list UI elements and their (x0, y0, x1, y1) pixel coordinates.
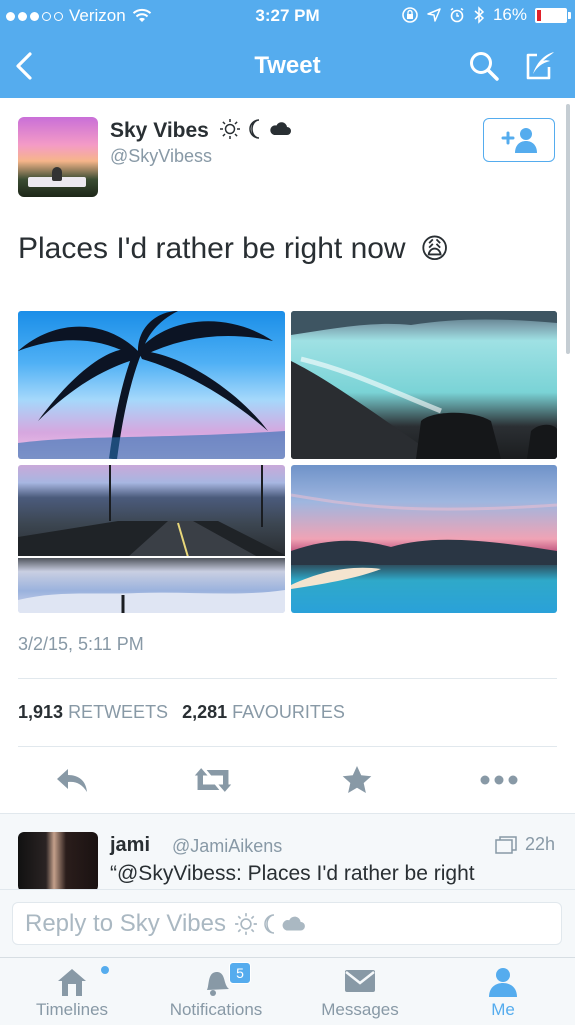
retweet-button[interactable] (193, 762, 233, 798)
tweet-stats: 1,913 RETWEETS 2,281 FAVOURITES (18, 702, 349, 723)
moon-icon (248, 119, 259, 139)
tab-timelines[interactable]: Timelines (7, 958, 137, 1025)
reply-text: “@SkyVibess: Places I'd rather be right (110, 862, 475, 885)
star-icon (342, 766, 372, 793)
tweet-timestamp: 3/2/15, 5:11 PM (18, 634, 144, 654)
snowy-road-scene (18, 465, 285, 613)
tab-label: Notifications (169, 1000, 263, 1019)
palm-tree-silhouette (18, 311, 285, 459)
lagoon-scene (291, 311, 557, 459)
reply-author-handle: @JamiAikens (172, 836, 283, 856)
bluetooth-icon (474, 6, 485, 24)
tab-label: Timelines (35, 1000, 109, 1019)
reply-time-group: 22h (495, 834, 555, 855)
battery-percent: 16% (492, 5, 527, 24)
home-icon (58, 969, 86, 996)
author-name[interactable]: Sky Vibes (110, 118, 292, 143)
alarm-icon (450, 7, 464, 23)
reply-icon (57, 769, 87, 792)
retweets-stat[interactable]: 1,913 RETWEETS (18, 702, 172, 723)
cloud-icon (282, 916, 305, 930)
sun-icon (235, 912, 257, 935)
divider (18, 746, 557, 747)
more-options-button[interactable] (479, 762, 519, 798)
retweets-label: RETWEETS (68, 702, 169, 722)
tab-messages[interactable]: Messages (295, 958, 425, 1025)
favourite-button[interactable] (337, 762, 377, 798)
tweet-photo-sunset-beach[interactable] (291, 465, 557, 613)
reply-avatar[interactable] (18, 832, 98, 890)
cloud-icon (270, 122, 292, 135)
tweet-photo-palm-tree[interactable] (18, 311, 285, 459)
divider (18, 678, 557, 679)
notifications-badge: 5 (229, 962, 251, 984)
status-bar: Verizon 3:27 PM 16% (0, 0, 575, 34)
compose-tweet-button[interactable] (520, 46, 560, 86)
navigation-bar: Tweet (0, 34, 575, 98)
favourites-label: FAVOURITES (232, 702, 345, 722)
new-tweets-indicator (101, 966, 109, 974)
gallery-icon (495, 835, 517, 854)
favourites-count: 2,281 (182, 702, 228, 722)
reply-input[interactable]: Reply to Sky Vibes (12, 902, 562, 945)
bell-icon (207, 972, 229, 996)
add-user-icon (501, 128, 537, 153)
tab-label: Messages (321, 1000, 399, 1019)
reply-button[interactable] (52, 762, 92, 798)
tab-me[interactable]: Me (438, 958, 568, 1025)
reply-timestamp: 22h (524, 834, 555, 854)
follow-button[interactable] (483, 118, 555, 162)
author-avatar[interactable] (18, 117, 98, 197)
tweet-photo-lagoon[interactable] (291, 311, 557, 459)
scrollbar[interactable] (566, 104, 570, 354)
envelope-icon (345, 970, 375, 992)
favourites-stat[interactable]: 2,281 FAVOURITES (182, 702, 349, 723)
rotation-lock-icon (402, 7, 418, 23)
author-handle[interactable]: @SkyVibess (110, 146, 212, 167)
tab-bar: Timelines 5 Notifications Messages Me (0, 957, 575, 1025)
search-icon (470, 52, 499, 81)
tab-label: Me (491, 1000, 515, 1019)
retweets-count: 1,913 (18, 702, 64, 722)
status-indicators: 16% (401, 5, 571, 25)
author-display-name: Sky Vibes (110, 119, 209, 142)
sunset-beach-scene (291, 493, 557, 589)
reply-compose-bar: Reply to Sky Vibes (0, 889, 575, 958)
tab-notifications[interactable]: 5 Notifications (151, 958, 281, 1025)
sun-icon (219, 119, 240, 139)
user-icon (489, 968, 517, 997)
reply-tweet[interactable]: jami @JamiAikens 22h “@SkyVibess: Places… (0, 813, 575, 890)
tweet-photo-snowy-road[interactable] (18, 465, 285, 613)
weary-face-emoji: 😩 (419, 233, 450, 264)
tweet-text: Places I'd rather be right now 😩 (18, 232, 449, 266)
more-dots-icon (480, 775, 518, 785)
reply-placeholder: Reply to Sky Vibes (25, 909, 226, 937)
moon-icon (264, 913, 275, 934)
compose-icon (526, 52, 554, 80)
tweet-body: Places I'd rather be right now (18, 232, 406, 265)
search-button[interactable] (464, 46, 504, 86)
battery-icon (535, 7, 571, 23)
reply-author-name: jami (110, 834, 151, 856)
location-icon (427, 8, 441, 22)
retweet-icon (194, 768, 232, 792)
